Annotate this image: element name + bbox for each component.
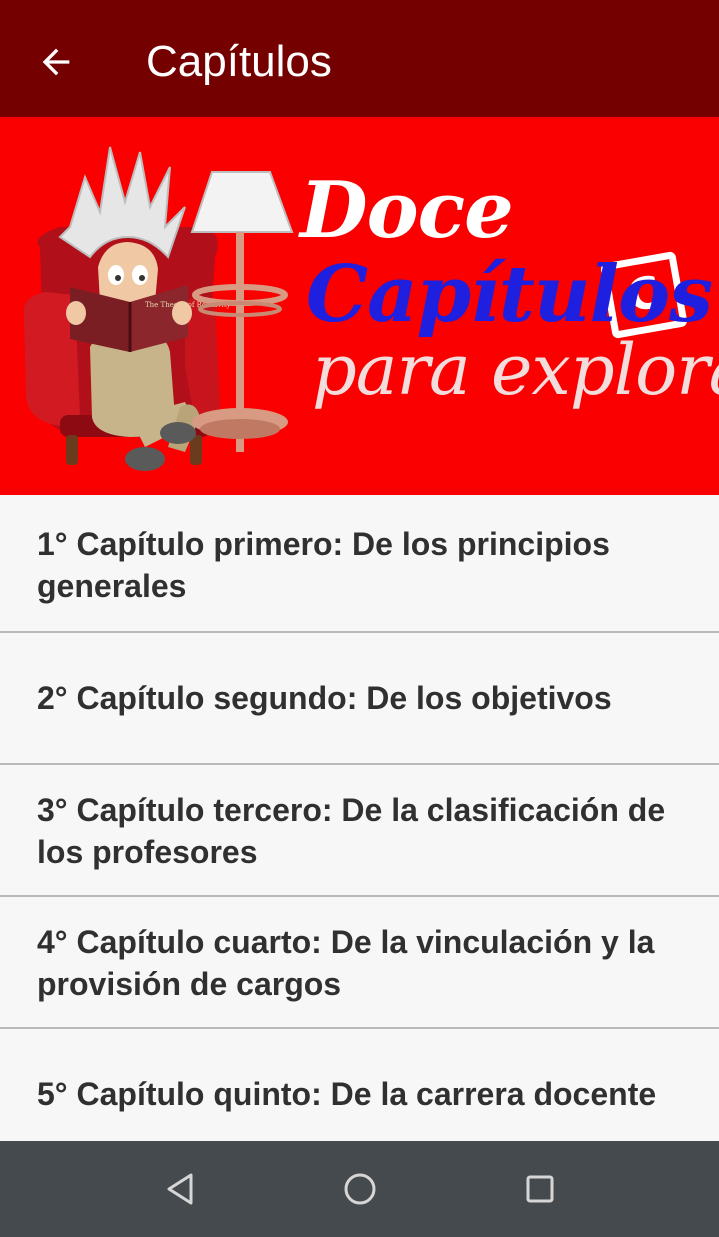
- chapter-label: 1° Capítulo primero: De los principios g…: [37, 526, 610, 604]
- chapter-label: 2° Capítulo segundo: De los objetivos: [37, 680, 612, 716]
- nav-recents-icon: [526, 1175, 554, 1203]
- nav-home-icon: [344, 1173, 376, 1205]
- banner-line-explorar: para explorar: [312, 329, 719, 411]
- nav-home-button[interactable]: [332, 1161, 388, 1217]
- chapter-label: 4° Capítulo cuarto: De la vinculación y …: [37, 924, 655, 1002]
- chapter-item-5[interactable]: 5° Capítulo quinto: De la carrera docent…: [0, 1029, 719, 1143]
- page-title: Capítulos: [146, 37, 332, 86]
- arrow-left-icon: [42, 48, 70, 76]
- chapter-item-3[interactable]: 3° Capítulo tercero: De la clasificación…: [0, 765, 719, 897]
- nav-recents-button[interactable]: [512, 1161, 568, 1217]
- banner-line-capitulos: Capítulos: [306, 249, 713, 340]
- chapter-item-1[interactable]: 1° Capítulo primero: De los principios g…: [0, 495, 719, 633]
- chapter-label: 3° Capítulo tercero: De la clasificación…: [37, 792, 666, 870]
- chapter-item-2[interactable]: 2° Capítulo segundo: De los objetivos: [0, 633, 719, 765]
- chapter-item-4[interactable]: 4° Capítulo cuarto: De la vinculación y …: [0, 897, 719, 1029]
- back-button[interactable]: [28, 34, 84, 90]
- nav-back-icon: [167, 1173, 193, 1205]
- app-screen: Capítulos The Theory of Relativity C Doc…: [0, 0, 719, 1237]
- system-nav-bar: [0, 1141, 719, 1237]
- banner-line-doce: Doce: [300, 165, 514, 256]
- app-bar: Capítulos: [0, 0, 719, 117]
- nav-back-button[interactable]: [152, 1161, 208, 1217]
- chapters-banner: The Theory of Relativity C Doce Capítulo…: [0, 117, 719, 495]
- chapter-label: 5° Capítulo quinto: De la carrera docent…: [37, 1076, 657, 1112]
- chapter-list: 1° Capítulo primero: De los principios g…: [0, 495, 719, 1143]
